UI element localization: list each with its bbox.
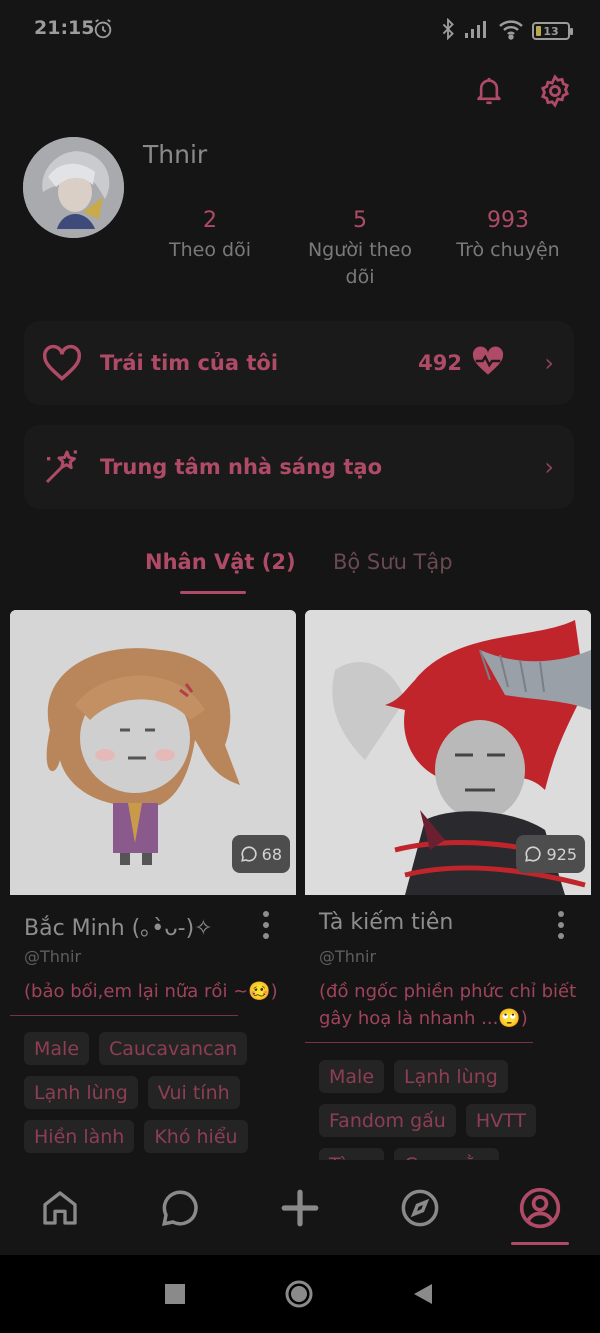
heart-icon [40,341,84,385]
tab-underline [180,591,246,594]
character-handle: @Thnir [24,947,82,966]
more-vertical-icon[interactable] [258,908,274,942]
wifi-icon [498,18,524,44]
stat-label: Theo dõi [169,239,251,261]
creator-center-row[interactable]: Trung tâm nhà sáng tạo › [24,425,574,509]
my-hearts-row[interactable]: Trái tim của tôi 492 › [24,321,574,405]
stat-chats[interactable]: 993 Trò chuyện [448,208,568,264]
tag[interactable]: Male [319,1060,385,1093]
stat-label: Người theo dõi [307,239,413,288]
chat-bubble-icon [525,846,542,862]
chat-bubble-icon [240,846,257,862]
character-name: Tà kiếm tiên [319,910,454,935]
signal-icon [464,19,490,43]
tag[interactable]: Male [24,1032,90,1065]
alarm-icon [92,18,114,44]
profile-icon[interactable] [518,1186,562,1230]
chat-count: 925 [546,844,577,864]
chat-count: 68 [261,844,282,864]
stat-label: Trò chuyện [456,239,560,261]
character-description: (đồ ngốc phiền phức chỉ biết gây hoạ là … [319,981,577,1029]
heart-pulse-icon [470,346,506,380]
character-image[interactable]: 925 [305,610,591,895]
character-card[interactable]: 68 Bắc Minh (｡•̀ᴗ-)✧ @Thnir (bảo bối,em … [10,610,296,1153]
bluetooth-icon [440,17,456,44]
tag[interactable]: Tà ... [319,1148,385,1160]
gear-icon[interactable] [536,72,574,110]
tag[interactable]: Lạnh lùng [394,1060,508,1093]
username: Thnir [143,140,208,169]
home-icon[interactable] [38,1186,82,1230]
plus-icon[interactable] [278,1186,322,1230]
chevron-right-icon: › [544,349,554,377]
tab-characters[interactable]: Nhân Vật (2) [145,550,296,574]
compass-icon[interactable] [398,1186,442,1230]
chevron-right-icon: › [544,453,554,481]
magic-wand-icon [40,445,84,489]
tag[interactable]: Fandom gấu [319,1104,456,1137]
profile-tabs: Nhân Vật (2) Bộ Sưu Tập [0,548,600,598]
tag[interactable]: Khó hiểu [144,1120,248,1153]
status-time: 21:15 [34,17,95,39]
divider [305,1042,533,1043]
stat-following[interactable]: 2 Theo dõi [160,208,260,264]
character-image[interactable]: 68 [10,610,296,895]
stat-followers[interactable]: 5 Người theo dõi [300,208,420,291]
tag[interactable]: Lạnh lùng [24,1076,138,1109]
divider [10,1015,238,1016]
bottom-nav [0,1160,600,1255]
bell-icon[interactable] [470,72,508,110]
stat-value: 5 [353,208,367,233]
stat-value: 2 [203,208,217,233]
status-bar: 21:15 13 [0,0,600,58]
tab-collection[interactable]: Bộ Sưu Tập [333,550,453,574]
stat-value: 993 [487,208,529,233]
tag[interactable]: Cao ...ằn [394,1148,499,1160]
character-name: Bắc Minh (｡•̀ᴗ-)✧ [24,916,213,941]
my-hearts-count: 492 [418,351,462,375]
my-hearts-label: Trái tim của tôi [100,351,279,375]
more-vertical-icon[interactable] [553,908,569,942]
nav-active-indicator [511,1242,569,1245]
system-nav-bar [0,1255,600,1333]
character-handle: @Thnir [319,947,377,966]
chat-bubble-icon[interactable] [158,1186,202,1230]
tag-list: Male Caucavancan Lạnh lùng Vui tính Hiền… [24,1032,294,1153]
tag[interactable]: Caucavancan [99,1032,248,1065]
tag[interactable]: Vui tính [147,1076,240,1109]
chat-count-badge: 925 [516,835,585,873]
header-actions [470,72,574,110]
recent-apps-icon[interactable] [160,1279,190,1309]
tag[interactable]: Hiền lành [24,1120,135,1153]
chat-count-badge: 68 [231,835,290,873]
tag-list: Male Lạnh lùng Fandom gấu HVTT Tà ... Ca… [319,1060,589,1160]
battery-icon: 13 [532,22,573,40]
character-card[interactable]: 925 Tà kiếm tiên @Thnir (đồ ngốc phiền p… [305,610,591,1160]
tag[interactable]: HVTT [465,1104,537,1137]
creator-center-label: Trung tâm nhà sáng tạo [100,455,383,479]
avatar[interactable] [23,137,124,238]
back-icon[interactable] [408,1279,438,1309]
battery-level: 13 [543,24,559,38]
home-button-icon[interactable] [284,1279,314,1309]
status-icons: 13 [440,17,573,44]
character-description: (bảo bối,em lại nữa rồi ~🥴) [24,981,278,1002]
